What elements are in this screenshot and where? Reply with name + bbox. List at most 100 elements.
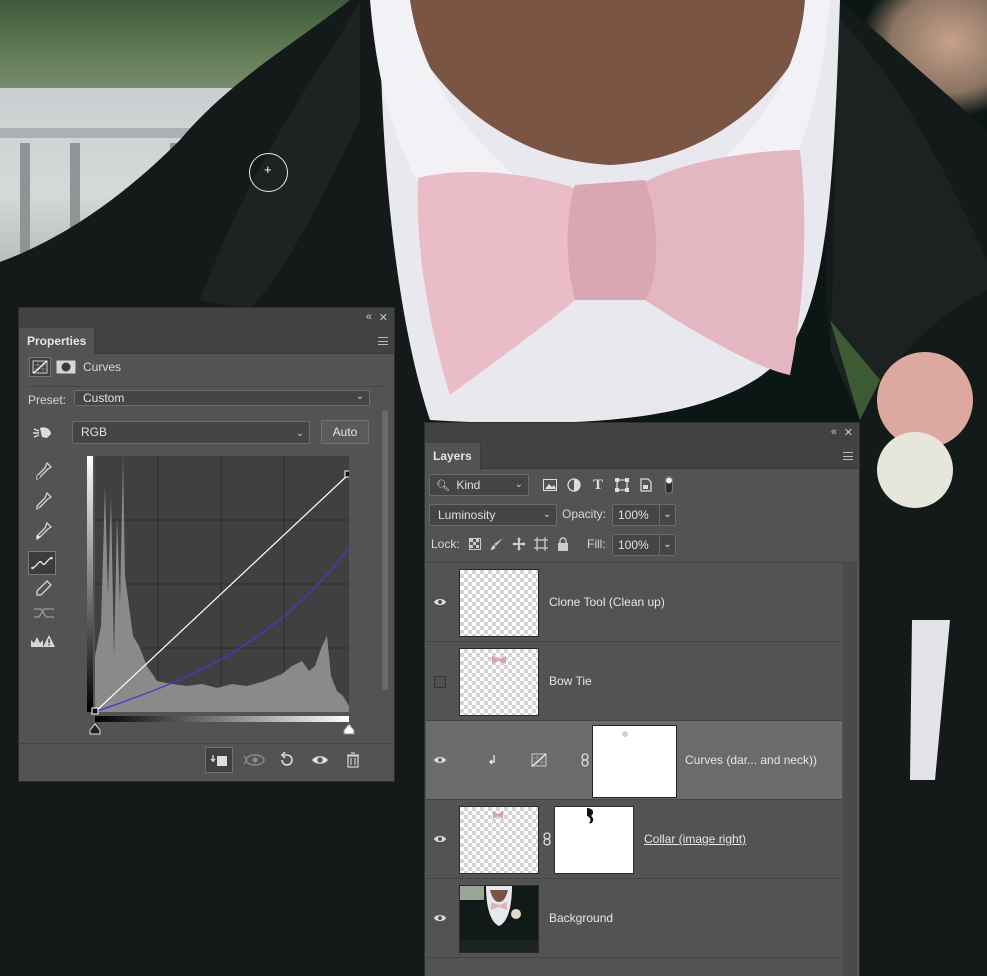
layer-row[interactable]: Collar (image right)	[426, 800, 842, 879]
eye-icon[interactable]	[433, 753, 447, 767]
layers-panel: « ✕ Layers 🔍︎ Kind ⌄ T Luminosity ⌄ Opac…	[424, 422, 860, 976]
layer-mask-thumbnail[interactable]	[592, 725, 677, 798]
smart-object-filter-icon[interactable]	[637, 476, 655, 494]
layer-thumbnail[interactable]	[459, 885, 539, 953]
black-point-slider-handle[interactable]	[89, 723, 101, 735]
collar-thumbnail-art	[493, 811, 503, 819]
pixel-layer-filter-icon[interactable]	[541, 476, 559, 494]
panel-menu-icon[interactable]	[843, 452, 853, 460]
channel-value: RGB	[81, 425, 108, 439]
type-layer-filter-icon[interactable]: T	[589, 475, 607, 495]
targeted-adjustment-icon[interactable]	[30, 423, 54, 443]
eye-icon[interactable]	[433, 832, 447, 846]
bow-tie-thumbnail-art	[492, 656, 506, 664]
clipping-warning-icon[interactable]	[29, 632, 57, 650]
view-previous-state-icon[interactable]	[241, 749, 267, 771]
layer-list: Clone Tool (Clean up) Bow Tie Curves (da…	[425, 562, 859, 976]
gray-point-eyedropper-icon[interactable]	[33, 490, 55, 512]
layer-thumbnail[interactable]	[459, 806, 539, 874]
close-icon[interactable]: ✕	[379, 311, 388, 324]
white-point-eyedropper-icon[interactable]	[33, 520, 55, 542]
layer-name[interactable]: Background	[549, 911, 613, 925]
lock-artboard-icon[interactable]	[533, 535, 549, 553]
channel-dropdown[interactable]: RGB ⌄	[72, 421, 310, 444]
clip-to-layer-icon[interactable]	[205, 747, 233, 773]
tab-layers[interactable]: Layers	[425, 443, 481, 470]
fill-field[interactable]: 100% ⌄	[612, 534, 676, 556]
curves-graph[interactable]	[87, 456, 349, 718]
lock-all-icon[interactable]	[555, 535, 571, 553]
layer-mask-icon[interactable]	[55, 357, 77, 377]
close-icon[interactable]: ✕	[844, 426, 853, 439]
scrollbar-thumb[interactable]	[382, 410, 388, 690]
layer-name[interactable]: Collar (image right)	[644, 832, 746, 846]
adjustment-header: Curves	[19, 355, 394, 393]
link-icon[interactable]	[578, 751, 592, 769]
layers-topbar: « ✕	[425, 423, 859, 443]
curve-point-white[interactable]	[344, 470, 349, 478]
pencil-draw-icon[interactable]	[33, 578, 55, 598]
layer-row[interactable]: Bow Tie	[426, 642, 842, 721]
collapse-icon[interactable]: «	[366, 311, 372, 323]
lock-image-pixels-icon[interactable]	[489, 535, 505, 553]
layer-name[interactable]: Curves (dar... and neck))	[685, 753, 817, 767]
divider	[27, 386, 386, 387]
layer-thumbnail[interactable]	[459, 569, 539, 637]
lock-label: Lock:	[431, 537, 460, 551]
blend-mode-dropdown[interactable]: Luminosity ⌄	[429, 504, 557, 526]
panel-menu-icon[interactable]	[378, 337, 388, 345]
opacity-field[interactable]: 100% ⌄	[612, 504, 676, 526]
layer-mask-thumbnail[interactable]	[554, 806, 634, 874]
lock-position-icon[interactable]	[511, 535, 527, 553]
fill-value: 100%	[618, 538, 649, 552]
edit-points-curve-icon[interactable]	[28, 551, 56, 575]
chevron-down-icon: ⌄	[514, 479, 523, 490]
input-slider[interactable]	[87, 716, 357, 736]
visibility-toggle-off[interactable]	[434, 676, 446, 688]
mask-mark	[622, 731, 628, 737]
filter-toggle-icon[interactable]	[663, 474, 675, 496]
filter-kind-value: Kind	[456, 478, 481, 492]
layer-name[interactable]: Clone Tool (Clean up)	[549, 595, 665, 609]
preset-label: Preset:	[28, 393, 67, 407]
black-point-eyedropper-icon[interactable]	[33, 460, 55, 482]
eye-icon[interactable]	[433, 911, 447, 925]
preset-dropdown[interactable]: Custom ⌄	[74, 390, 370, 406]
layers-scrollbar[interactable]	[843, 563, 857, 976]
properties-tabbar: Properties	[19, 328, 394, 355]
layer-row[interactable]: Clone Tool (Clean up)	[426, 563, 842, 642]
link-icon[interactable]	[540, 830, 554, 848]
properties-footer	[19, 743, 394, 781]
layer-name[interactable]: Bow Tie	[549, 674, 592, 688]
layer-row[interactable]: Background	[426, 879, 842, 958]
collapse-icon[interactable]: «	[831, 426, 837, 438]
properties-panel: « ✕ Properties Curves Preset: Custom ⌄ R…	[18, 307, 395, 782]
properties-scrollbar[interactable]	[380, 400, 390, 740]
search-icon: 🔍︎	[436, 480, 450, 492]
shape-layer-filter-icon[interactable]	[613, 476, 631, 494]
chevron-down-icon: ⌄	[355, 391, 364, 402]
tab-properties[interactable]: Properties	[19, 328, 96, 355]
toggle-visibility-icon[interactable]	[307, 749, 333, 771]
chevron-down-icon[interactable]: ⌄	[659, 505, 675, 525]
opacity-value: 100%	[618, 508, 649, 522]
layer-row[interactable]: Curves (dar... and neck))	[426, 721, 842, 800]
auto-button[interactable]: Auto	[321, 420, 369, 444]
adjustment-layer-filter-icon[interactable]	[565, 476, 583, 494]
layer-thumbnail[interactable]	[459, 648, 539, 716]
blend-mode-value: Luminosity	[438, 508, 496, 522]
curves-adjustment-icon[interactable]	[29, 357, 51, 377]
layer-filter-dropdown[interactable]: 🔍︎ Kind ⌄	[429, 474, 529, 496]
background-thumbnail-art	[460, 886, 538, 952]
curves-layer-icon	[529, 751, 549, 769]
chevron-down-icon: ⌄	[295, 428, 304, 439]
trash-icon[interactable]	[341, 749, 365, 771]
opacity-label: Opacity:	[562, 507, 607, 521]
reset-icon[interactable]	[275, 749, 299, 771]
curve-point-black[interactable]	[91, 707, 99, 715]
eye-icon[interactable]	[433, 595, 447, 609]
chevron-down-icon[interactable]: ⌄	[659, 535, 675, 555]
smooth-curve-icon[interactable]	[31, 604, 57, 622]
lock-transparent-pixels-icon[interactable]	[467, 535, 483, 553]
white-point-slider-handle[interactable]	[343, 723, 355, 735]
